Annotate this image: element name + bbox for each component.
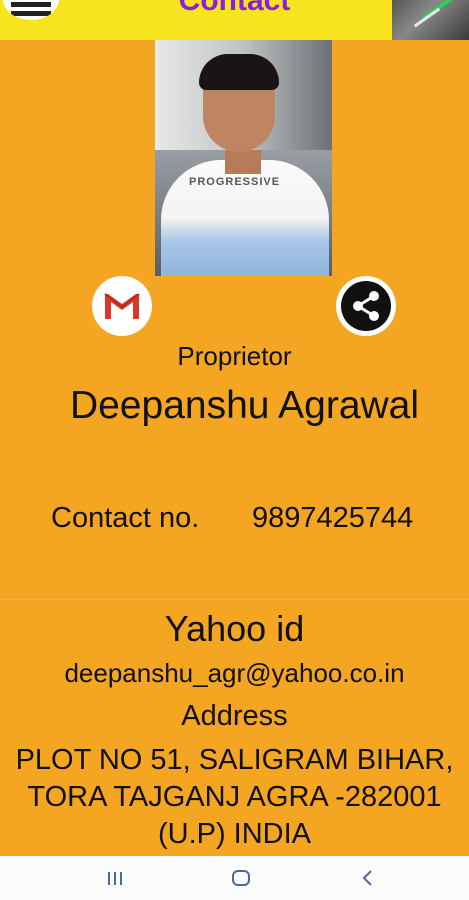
photo-hair — [199, 54, 279, 90]
yahoo-label: Yahoo id — [164, 608, 305, 649]
yahoo-email[interactable]: deepanshu_agr@yahoo.co.in — [0, 658, 469, 689]
gmail-icon — [103, 291, 141, 321]
photo-detail — [413, 7, 441, 28]
role-label: Proprietor — [177, 341, 292, 371]
contact-label: Contact no. — [51, 502, 200, 534]
shirt-print-text: PROGRESSIVE — [189, 176, 281, 188]
recent-apps-button[interactable] — [85, 856, 145, 900]
home-button[interactable] — [211, 856, 271, 900]
share-icon — [353, 291, 379, 321]
person-name: Deepanshu Agrawal — [69, 384, 420, 427]
contact-number[interactable]: 9897425744 — [252, 502, 413, 535]
app-bar: Contact — [0, 0, 469, 40]
address-line: (U.P) INDIA — [157, 818, 312, 850]
divider — [0, 599, 469, 600]
header-photo — [392, 0, 469, 40]
share-button[interactable] — [336, 276, 396, 336]
system-nav-bar — [0, 856, 469, 900]
recent-apps-icon — [108, 872, 122, 885]
home-icon — [232, 870, 250, 886]
profile-photo: PROGRESSIVE — [155, 40, 332, 276]
address-line: TORA TAJGANJ AGRA -282001 — [27, 781, 442, 813]
address-label: Address — [181, 700, 288, 732]
back-button[interactable] — [338, 856, 398, 900]
photo-neck — [225, 150, 261, 174]
address-line: PLOT NO 51, SALIGRAM BIHAR, — [15, 744, 454, 776]
gmail-button[interactable] — [92, 276, 152, 336]
back-icon — [362, 870, 372, 886]
